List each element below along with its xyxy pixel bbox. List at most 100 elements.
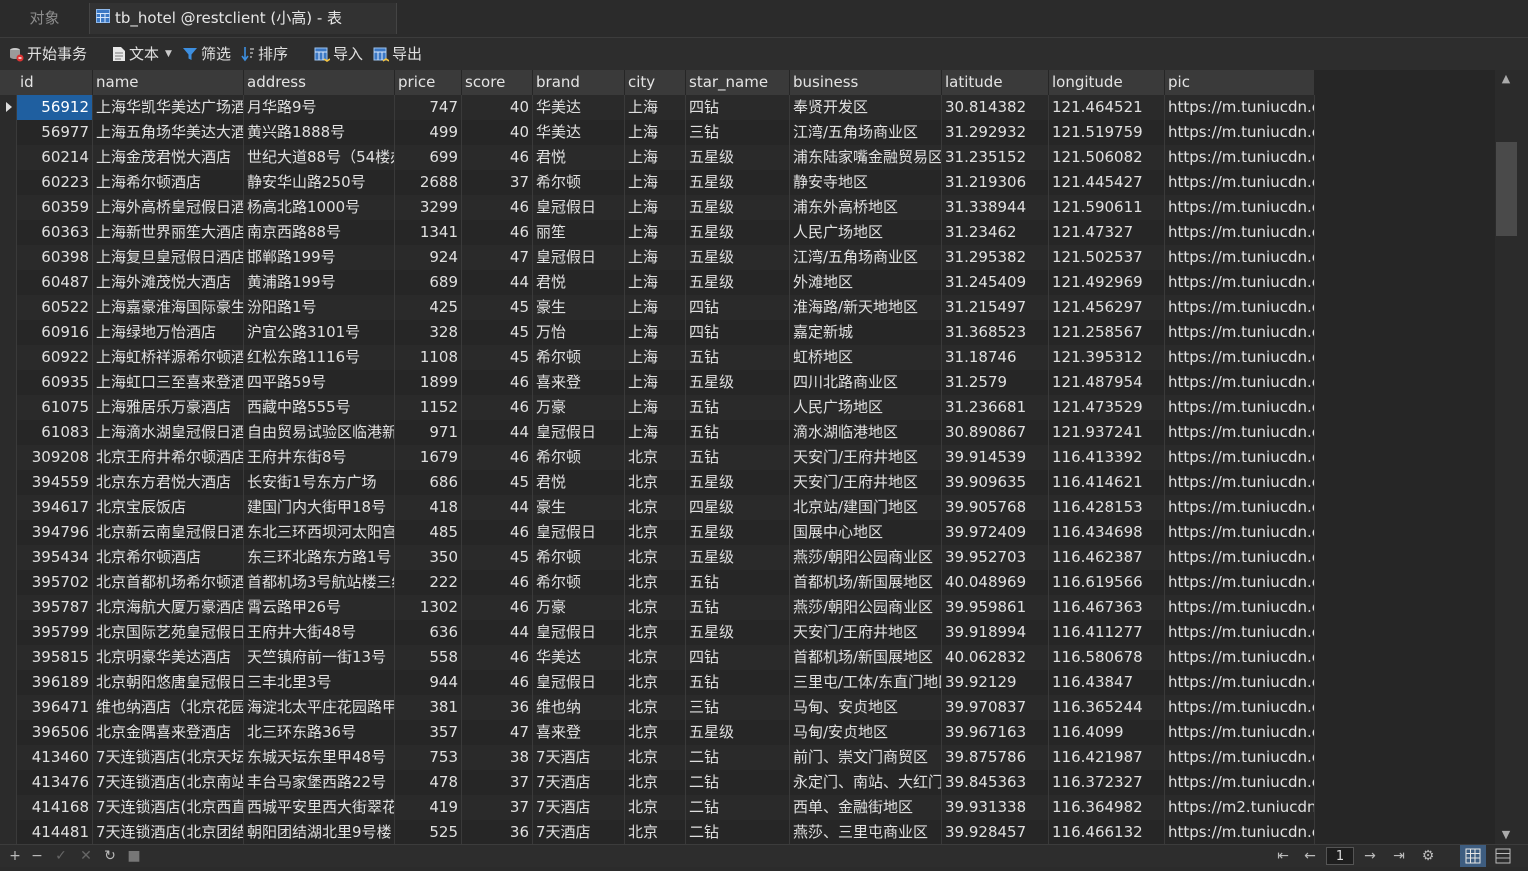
cell-longitude[interactable]: 121.473529 (1049, 395, 1165, 420)
cell-name[interactable]: 7天连锁酒店(北京西直门店) (93, 795, 244, 820)
cell-score[interactable]: 46 (462, 220, 533, 245)
cell-longitude[interactable]: 116.4099 (1049, 720, 1165, 745)
cell-score[interactable]: 46 (462, 570, 533, 595)
cell-city[interactable]: 上海 (625, 145, 686, 170)
cell-star-name[interactable]: 五星级 (686, 170, 790, 195)
table-row[interactable]: 60922上海虹桥祥源希尔顿酒店红松东路1116号110845希尔顿上海五钻虹桥… (0, 345, 1315, 370)
cell-latitude[interactable]: 39.928457 (942, 820, 1049, 844)
cell-pic[interactable]: https://m.tuniucdn.c (1165, 520, 1315, 545)
cell-name[interactable]: 上海外高桥皇冠假日酒店 (93, 195, 244, 220)
cell-business[interactable]: 马甸/安贞地区 (790, 720, 942, 745)
cell-name[interactable]: 上海复旦皇冠假日酒店 (93, 245, 244, 270)
cell-score[interactable]: 40 (462, 95, 533, 120)
cell-city[interactable]: 北京 (625, 770, 686, 795)
cell-id[interactable]: 395799 (17, 620, 93, 645)
cell-city[interactable]: 北京 (625, 545, 686, 570)
cell-longitude[interactable]: 116.411277 (1049, 620, 1165, 645)
cell-business[interactable]: 浦东陆家嘴金融贸易区 (790, 145, 942, 170)
row-header[interactable] (0, 320, 17, 345)
cell-business[interactable]: 江湾/五角场商业区 (790, 245, 942, 270)
cell-latitude[interactable]: 39.845363 (942, 770, 1049, 795)
cell-id[interactable]: 395787 (17, 595, 93, 620)
cell-name[interactable]: 7天连锁酒店(北京南站店) (93, 770, 244, 795)
cell-latitude[interactable]: 31.295382 (942, 245, 1049, 270)
cell-brand[interactable]: 喜来登 (533, 370, 625, 395)
cell-name[interactable]: 北京王府井希尔顿酒店 (93, 445, 244, 470)
column-header-name[interactable]: name (93, 70, 244, 95)
cell-address[interactable]: 邯郸路199号 (244, 245, 395, 270)
cell-price[interactable]: 1899 (395, 370, 462, 395)
cell-id[interactable]: 395702 (17, 570, 93, 595)
cell-id[interactable]: 413476 (17, 770, 93, 795)
cell-id[interactable]: 60214 (17, 145, 93, 170)
cell-address[interactable]: 黄兴路1888号 (244, 120, 395, 145)
cell-longitude[interactable]: 121.395312 (1049, 345, 1165, 370)
cell-price[interactable]: 381 (395, 695, 462, 720)
cell-id[interactable]: 413460 (17, 745, 93, 770)
cell-longitude[interactable]: 116.428153 (1049, 495, 1165, 520)
cell-latitude[interactable]: 30.890867 (942, 420, 1049, 445)
cell-star-name[interactable]: 五星级 (686, 220, 790, 245)
cell-pic[interactable]: https://m.tuniucdn.c (1165, 620, 1315, 645)
cell-score[interactable]: 37 (462, 770, 533, 795)
column-header-latitude[interactable]: latitude (942, 70, 1049, 95)
row-header[interactable] (0, 670, 17, 695)
table-row[interactable]: 4141687天连锁酒店(北京西直门店)西城平安里西大街翠花419377天酒店北… (0, 795, 1315, 820)
cell-latitude[interactable]: 31.292932 (942, 120, 1049, 145)
cell-score[interactable]: 46 (462, 595, 533, 620)
cell-address[interactable]: 东三环北路东方路1号 (244, 545, 395, 570)
cell-id[interactable]: 394617 (17, 495, 93, 520)
cell-longitude[interactable]: 116.466132 (1049, 820, 1165, 844)
cell-latitude[interactable]: 39.914539 (942, 445, 1049, 470)
row-header[interactable] (0, 120, 17, 145)
cell-name[interactable]: 北京朝阳悠唐皇冠假日酒店 (93, 670, 244, 695)
cell-city[interactable]: 上海 (625, 320, 686, 345)
row-header[interactable] (0, 170, 17, 195)
table-row[interactable]: 4134607天连锁酒店(北京天坛店)东城天坛东里甲48号753387天酒店北京… (0, 745, 1315, 770)
cell-business[interactable]: 嘉定新城 (790, 320, 942, 345)
add-record-icon[interactable]: + (6, 845, 24, 867)
row-header[interactable] (0, 420, 17, 445)
cell-price[interactable]: 689 (395, 270, 462, 295)
cell-star-name[interactable]: 五钻 (686, 345, 790, 370)
table-row[interactable]: 56977上海五角场华美达大酒店黄兴路1888号49940华美达上海三钻江湾/五… (0, 120, 1315, 145)
cell-star-name[interactable]: 五星级 (686, 270, 790, 295)
filter-button[interactable]: 筛选 (182, 38, 231, 70)
cell-brand[interactable]: 皇冠假日 (533, 670, 625, 695)
cell-name[interactable]: 上海嘉豪淮海国际豪生酒店 (93, 295, 244, 320)
cell-city[interactable]: 北京 (625, 595, 686, 620)
cell-business[interactable]: 天安门/王府井地区 (790, 620, 942, 645)
cell-id[interactable]: 394559 (17, 470, 93, 495)
first-page-icon[interactable]: ⇤ (1274, 845, 1292, 867)
cell-price[interactable]: 525 (395, 820, 462, 844)
cell-latitude[interactable]: 31.236681 (942, 395, 1049, 420)
cell-brand[interactable]: 华美达 (533, 645, 625, 670)
cell-name[interactable]: 7天连锁酒店(北京天坛店) (93, 745, 244, 770)
cell-price[interactable]: 350 (395, 545, 462, 570)
cell-price[interactable]: 699 (395, 145, 462, 170)
cell-city[interactable]: 北京 (625, 670, 686, 695)
cell-longitude[interactable]: 121.937241 (1049, 420, 1165, 445)
cell-id[interactable]: 396506 (17, 720, 93, 745)
row-header[interactable] (0, 745, 17, 770)
cell-pic[interactable]: https://m.tuniucdn.c (1165, 770, 1315, 795)
cell-star-name[interactable]: 五星级 (686, 370, 790, 395)
cell-star-name[interactable]: 五星级 (686, 195, 790, 220)
cell-name[interactable]: 上海滴水湖皇冠假日酒店 (93, 420, 244, 445)
next-page-icon[interactable]: → (1361, 845, 1379, 867)
cell-price[interactable]: 3299 (395, 195, 462, 220)
cell-id[interactable]: 61083 (17, 420, 93, 445)
cell-name[interactable]: 上海虹口三至喜来登酒店 (93, 370, 244, 395)
cell-score[interactable]: 44 (462, 495, 533, 520)
cell-star-name[interactable]: 五星级 (686, 470, 790, 495)
cell-star-name[interactable]: 四钻 (686, 645, 790, 670)
cell-price[interactable]: 1679 (395, 445, 462, 470)
cell-city[interactable]: 上海 (625, 245, 686, 270)
cell-name[interactable]: 上海虹桥祥源希尔顿酒店 (93, 345, 244, 370)
cell-brand[interactable]: 豪生 (533, 495, 625, 520)
cell-price[interactable]: 485 (395, 520, 462, 545)
cell-id[interactable]: 60363 (17, 220, 93, 245)
cell-price[interactable]: 924 (395, 245, 462, 270)
cell-city[interactable]: 北京 (625, 820, 686, 844)
cell-city[interactable]: 北京 (625, 495, 686, 520)
